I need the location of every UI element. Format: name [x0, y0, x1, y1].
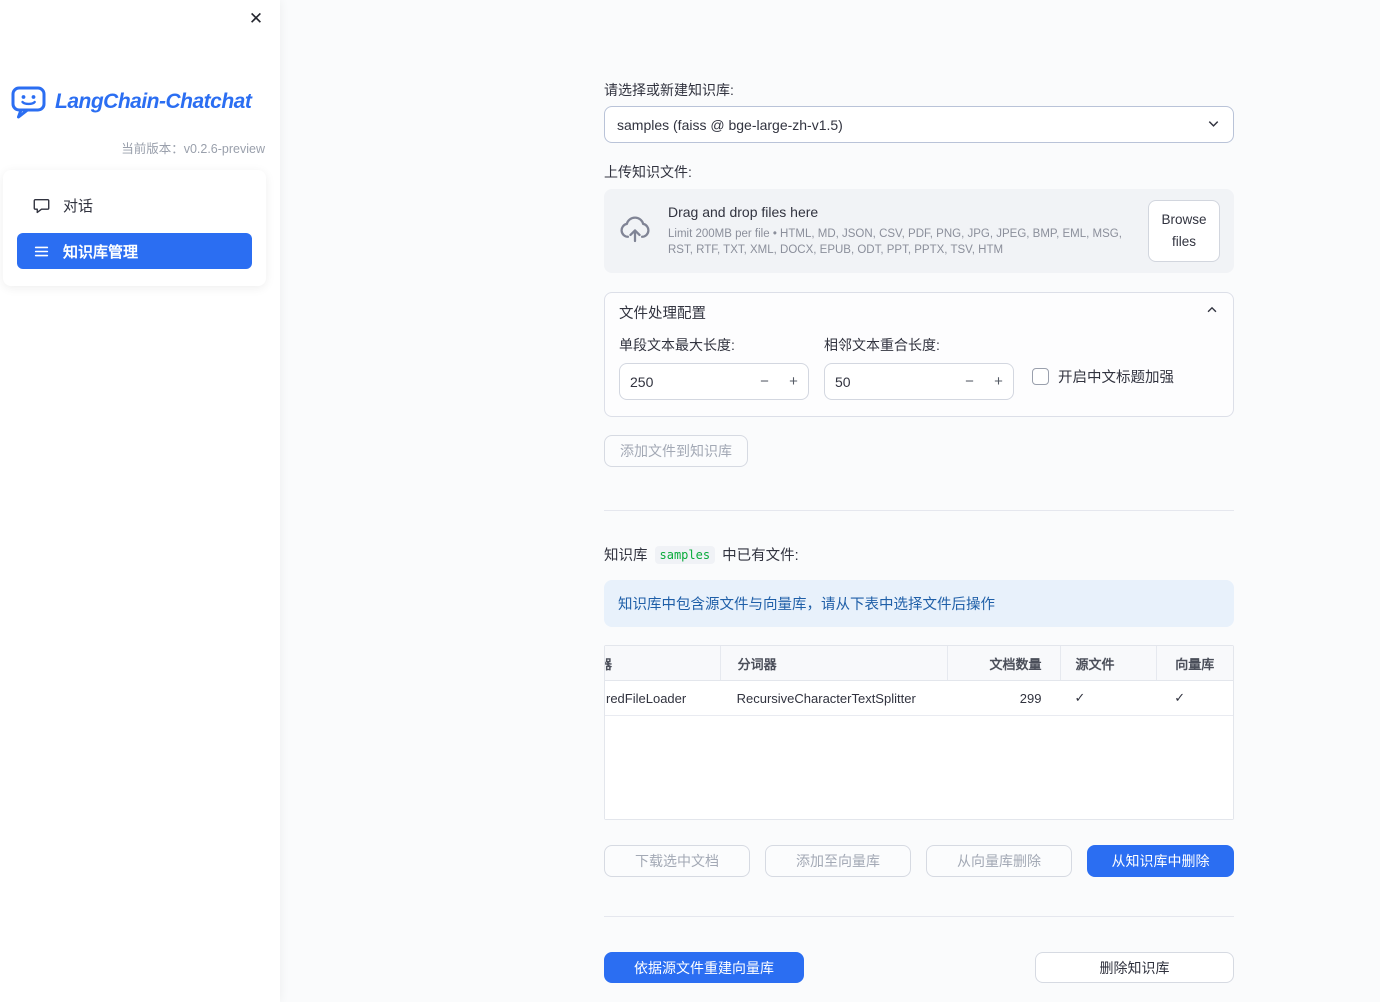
zh-title-checkbox-label: 开启中文标题加强 [1058, 370, 1174, 386]
delete-from-kb-button[interactable]: 从知识库中删除 [1087, 845, 1234, 877]
delete-kb-button[interactable]: 删除知识库 [1035, 952, 1234, 983]
logo: LangChain-Chatchat [11, 85, 252, 119]
column-header-loader: 器 [605, 656, 613, 672]
file-config-expander: 文件处理配置 单段文本最大长度: 250 − + 相邻文本重合长度: 50 − … [604, 292, 1234, 417]
zh-title-checkbox-row: 开启中文标题加强 [1032, 366, 1174, 387]
chunk-size-input[interactable]: 250 − + [619, 363, 809, 400]
drag-drop-text: Drag and drop files here [668, 203, 819, 220]
expander-body: 单段文本最大长度: 250 − + 相邻文本重合长度: 50 − + 开启中文标… [605, 331, 1233, 416]
chunk-size-label: 单段文本最大长度: [619, 337, 735, 353]
kb-files-suffix: 中已有文件: [722, 548, 799, 564]
column-header-doc-count: 文档数量 [946, 646, 1060, 680]
overlap-size-value[interactable]: 50 [825, 374, 955, 390]
sidebar: ✕ LangChain-Chatchat 当前版本：v0.2.6-preview… [0, 0, 280, 1002]
cell-source-file-check: ✓ [1074, 690, 1086, 705]
version-text: 当前版本：v0.2.6-preview [121, 142, 265, 156]
chunk-size-value[interactable]: 250 [620, 374, 750, 390]
kb-files-prefix: 知识库 [604, 548, 648, 564]
increment-button[interactable]: + [984, 373, 1013, 390]
upload-limit-text: Limit 200MB per file • HTML, MD, JSON, C… [668, 227, 1122, 256]
info-text: 知识库中包含源文件与向量库，请从下表中选择文件后操作 [618, 597, 995, 613]
divider [604, 916, 1234, 917]
cloud-upload-icon [618, 212, 652, 251]
chat-bubble-logo-icon [11, 85, 47, 119]
info-banner: 知识库中包含源文件与向量库，请从下表中选择文件后操作 [604, 580, 1234, 627]
overlap-size-label: 相邻文本重合长度: [824, 337, 940, 353]
upload-label: 上传知识文件: [604, 164, 692, 180]
zh-title-checkbox[interactable] [1032, 368, 1049, 385]
decrement-button[interactable]: − [955, 373, 984, 390]
column-header-vector-store: 向量库 [1156, 646, 1233, 680]
chat-icon [33, 197, 50, 214]
kb-selected-value: samples (faiss @ bge-large-zh-v1.5) [617, 116, 843, 133]
column-header-splitter: 分词器 [719, 646, 947, 680]
sidebar-menu: 对话 知识库管理 [3, 170, 266, 286]
chevron-down-icon [1206, 116, 1221, 134]
delete-from-vector-store-button[interactable]: 从向量库删除 [926, 845, 1072, 877]
chevron-up-icon [1205, 303, 1219, 321]
expander-title: 文件处理配置 [619, 305, 706, 322]
download-selected-button[interactable]: 下载选中文档 [604, 845, 750, 877]
kb-actions-row: 依据源文件重建向量库 删除知识库 [604, 952, 1234, 983]
sidebar-item-knowledge-base[interactable]: 知识库管理 [17, 233, 252, 269]
file-dropzone[interactable]: Drag and drop files here Limit 200MB per… [604, 189, 1234, 273]
kb-files-table: 器 分词器 文档数量 源文件 向量库 redFileLoader Recursi… [604, 645, 1234, 820]
dropzone-text: Drag and drop files here Limit 200MB per… [668, 204, 1132, 258]
divider [604, 510, 1234, 511]
cell-vector-store-check: ✓ [1174, 690, 1186, 705]
sidebar-item-chat[interactable]: 对话 [17, 187, 252, 223]
table-header-row: 器 分词器 文档数量 源文件 向量库 [605, 646, 1233, 681]
table-empty-area [605, 716, 1233, 819]
list-icon [33, 243, 50, 260]
add-files-to-kb-button[interactable]: 添加文件到知识库 [604, 435, 748, 467]
browse-files-button[interactable]: Browse files [1148, 199, 1220, 263]
file-actions-row: 下载选中文档 添加至向量库 从向量库删除 从知识库中删除 [604, 845, 1234, 877]
column-header-source-file: 源文件 [1059, 646, 1157, 680]
table-row[interactable]: redFileLoader RecursiveCharacterTextSpli… [605, 681, 1233, 716]
sidebar-close-button[interactable]: ✕ [244, 7, 268, 31]
kb-selectbox[interactable]: samples (faiss @ bge-large-zh-v1.5) [604, 106, 1234, 143]
decrement-button[interactable]: − [750, 373, 779, 390]
increment-button[interactable]: + [779, 373, 808, 390]
cell-splitter: RecursiveCharacterTextSplitter [736, 690, 916, 706]
logo-text: LangChain-Chatchat [55, 90, 252, 113]
overlap-size-input[interactable]: 50 − + [824, 363, 1014, 400]
sidebar-item-label: 知识库管理 [63, 243, 139, 261]
kb-files-heading: 知识库 samples 中已有文件: [604, 544, 1234, 565]
add-to-vector-store-button[interactable]: 添加至向量库 [765, 845, 911, 877]
kb-name-code: samples [654, 545, 716, 564]
sidebar-item-label: 对话 [63, 197, 94, 215]
main-content: 请选择或新建知识库: samples (faiss @ bge-large-zh… [604, 0, 1234, 983]
cell-loader: redFileLoader [606, 690, 687, 706]
cell-doc-count: 299 [1019, 690, 1042, 706]
kb-select-label: 请选择或新建知识库: [604, 82, 734, 98]
rebuild-vector-store-button[interactable]: 依据源文件重建向量库 [604, 952, 804, 983]
expander-header[interactable]: 文件处理配置 [605, 293, 1233, 331]
